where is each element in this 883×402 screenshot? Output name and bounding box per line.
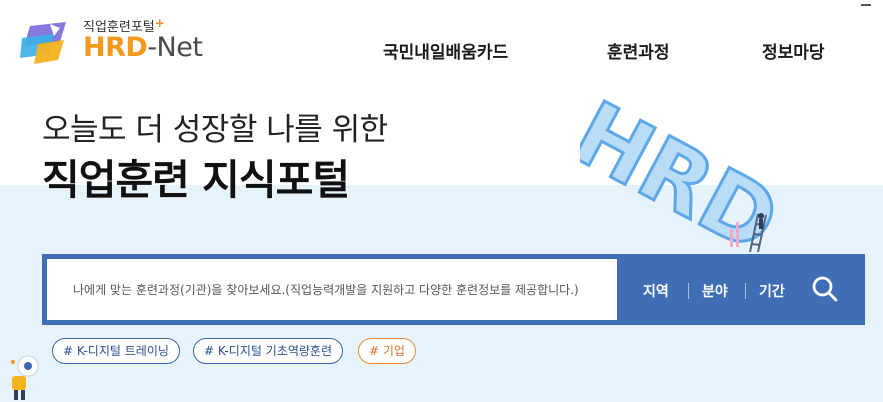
logo-plus: +	[154, 16, 165, 30]
hero-title: 직업훈련 지식포털	[42, 156, 350, 204]
search-icon[interactable]	[810, 274, 840, 304]
filter-divider	[688, 283, 689, 299]
tag-k-digital-training[interactable]: # K-디지털 트레이닝	[52, 338, 180, 364]
nav-item-info-square[interactable]: 정보마당	[762, 38, 825, 63]
filter-region-button[interactable]: 지역	[643, 281, 669, 301]
filter-period-button[interactable]: 기간	[759, 281, 785, 301]
filter-divider	[745, 283, 746, 299]
filter-field-button[interactable]: 분야	[702, 281, 728, 301]
nav-item-training-courses[interactable]: 훈련과정	[607, 38, 670, 63]
search-bar: 지역 분야 기간	[42, 254, 865, 325]
hero-subtitle: 오늘도 더 성장할 나를 위한	[42, 112, 388, 148]
robot-mascot-icon	[11, 355, 39, 400]
bar-decoration	[736, 222, 739, 247]
nav-item-national-learning-card[interactable]: 국민내일배움카드	[383, 38, 508, 63]
main-navigation: 국민내일배움카드 훈련과정 정보마당	[0, 38, 883, 64]
search-input[interactable]	[47, 259, 617, 320]
bar-decoration	[730, 229, 733, 247]
hrd-3d-illustration: HRD	[580, 84, 796, 254]
tag-k-digital-basic[interactable]: # K-디지털 기초역량훈련	[193, 338, 343, 364]
tag-company[interactable]: # 기업	[358, 338, 416, 364]
top-menu-dash[interactable]	[861, 4, 871, 6]
